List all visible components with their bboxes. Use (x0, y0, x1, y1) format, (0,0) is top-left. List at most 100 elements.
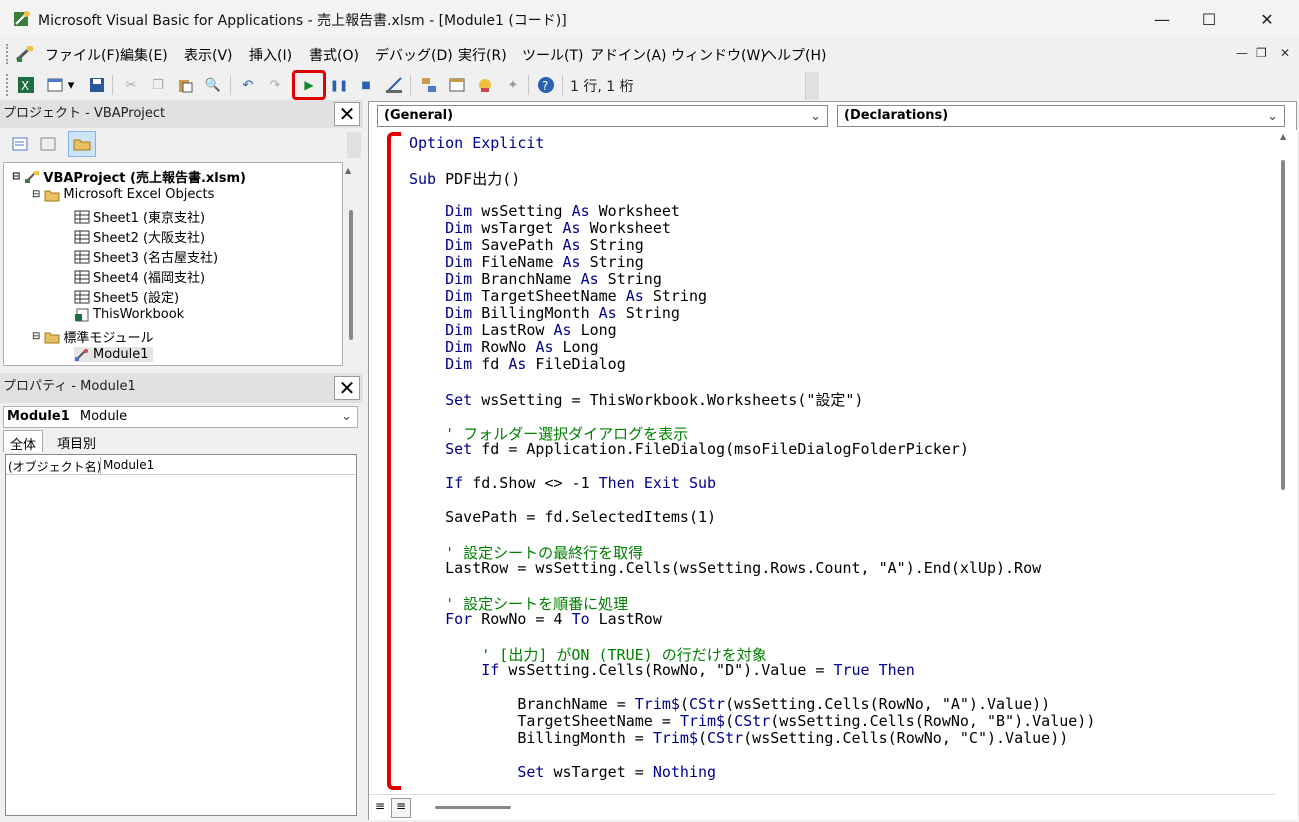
menu-addins[interactable]: アドイン(A) (590, 45, 667, 65)
minimize-button[interactable]: — (1139, 0, 1185, 38)
object-select[interactable]: Module1 Module ⌄ (3, 406, 358, 428)
code-scroll-thumb[interactable] (1281, 160, 1285, 490)
code-line[interactable]: Dim fd As FileDialog (409, 355, 626, 373)
menu-debug[interactable]: デバッグ(D) (375, 45, 453, 65)
mdi-minimize-button[interactable]: — (1236, 46, 1248, 60)
tab-category[interactable]: 項目別 (51, 430, 102, 452)
worksheet-icon (74, 230, 90, 243)
code-line[interactable]: BillingMonth = Trim$(CStr(wsSetting.Cell… (409, 729, 1068, 747)
property-value[interactable]: Module1 (103, 458, 154, 472)
tree-node-thisworkbook[interactable]: ThisWorkbook (74, 307, 184, 322)
properties-window-icon[interactable] (446, 74, 468, 96)
toolbox-icon[interactable]: ✦ (502, 74, 524, 96)
code-line[interactable]: Dim wsSetting As Worksheet (409, 202, 680, 220)
code-line[interactable]: Dim BillingMonth As String (409, 304, 680, 322)
tree-node-sheet1[interactable]: Sheet1 (東京支社) (74, 207, 205, 226)
undo-icon[interactable]: ↶ (237, 74, 259, 96)
project-explorer-icon[interactable] (418, 74, 440, 96)
horizontal-scroll-thumb[interactable] (435, 806, 511, 809)
toolbar-grip[interactable] (6, 74, 10, 96)
view-object-icon[interactable] (37, 133, 59, 155)
tree-node-sheet2[interactable]: Sheet2 (大阪支社) (74, 227, 205, 246)
chevron-down-icon: ⌄ (341, 409, 352, 424)
menu-tools[interactable]: ツール(T) (522, 45, 583, 65)
project-tree-scrollbar[interactable]: ▲ (343, 162, 361, 366)
menu-view[interactable]: 表示(V) (184, 45, 233, 65)
maximize-button[interactable]: ☐ (1186, 0, 1232, 38)
object-combo[interactable]: (General) ⌄ (377, 105, 828, 127)
code-line[interactable]: Set fd = Application.FileDialog(msoFileD… (409, 440, 969, 458)
code-line[interactable]: Dim RowNo As Long (409, 338, 599, 356)
tab-all[interactable]: 全体 (3, 430, 44, 453)
project-pane-close-button[interactable]: ✕ (334, 102, 360, 126)
code-line[interactable]: SavePath = fd.SelectedItems(1) (409, 508, 716, 526)
code-highlight-bracket (387, 132, 401, 790)
tree-node-sheet3[interactable]: Sheet3 (名古屋支社) (74, 247, 218, 266)
mdi-restore-button[interactable]: ❐ (1256, 46, 1267, 60)
close-window-button[interactable]: ✕ (1244, 0, 1290, 38)
design-mode-icon[interactable] (383, 74, 405, 96)
cut-icon[interactable]: ✂ (120, 74, 142, 96)
redo-icon[interactable]: ↷ (264, 74, 286, 96)
code-line[interactable]: Dim LastRow As Long (409, 321, 617, 339)
menu-run[interactable]: 実行(R) (458, 45, 507, 65)
tree-node-module1[interactable]: Module1 (74, 347, 153, 362)
code-line[interactable]: Dim TargetSheetName As String (409, 287, 707, 305)
code-line[interactable]: Dim wsTarget As Worksheet (409, 219, 671, 237)
menu-help[interactable]: ヘルプ(H) (763, 45, 826, 65)
insert-dropdown-icon[interactable]: ▾ (64, 74, 78, 96)
procedure-view-button[interactable]: ≡ (371, 799, 389, 817)
property-row[interactable]: (オブジェクト名) Module1 (6, 457, 356, 475)
code-line[interactable]: Dim FileName As String (409, 253, 644, 271)
folder-open-icon (44, 332, 60, 343)
vba-app-icon[interactable] (12, 9, 32, 29)
tree-node-vbaproject[interactable]: ⊟ VBAProject (売上報告書.xlsm) (12, 167, 246, 186)
view-code-icon[interactable] (9, 133, 31, 155)
code-line[interactable]: Sub PDF出力() (409, 168, 520, 189)
code-line[interactable]: If wsSetting.Cells(RowNo, "D").Value = T… (409, 661, 914, 679)
project-tree: ⊟ VBAProject (売上報告書.xlsm) ⊟ Microsoft Ex… (3, 162, 343, 366)
code-line[interactable]: If fd.Show <> -1 Then Exit Sub (409, 474, 716, 492)
tree-node-standard-modules[interactable]: ⊟ 標準モジュール (32, 327, 153, 346)
save-icon[interactable] (86, 74, 108, 96)
vbaproject-icon (25, 170, 40, 183)
code-line[interactable]: TargetSheetName = Trim$(CStr(wsSetting.C… (409, 712, 1095, 730)
code-line[interactable]: LastRow = wsSetting.Cells(wsSetting.Rows… (409, 559, 1041, 577)
tree-node-sheet4[interactable]: Sheet4 (福岡支社) (74, 267, 205, 286)
copy-icon[interactable]: ❐ (147, 74, 169, 96)
insert-module-icon[interactable] (44, 74, 66, 96)
properties-pane-close-button[interactable]: ✕ (334, 376, 360, 400)
title-bar: Microsoft Visual Basic for Applications … (0, 0, 1299, 38)
reset-icon[interactable]: ■ (355, 74, 377, 96)
tree-node-sheet5[interactable]: Sheet5 (設定) (74, 287, 179, 306)
object-browser-icon[interactable] (474, 74, 496, 96)
paste-icon[interactable] (174, 74, 196, 96)
code-line[interactable]: Option Explicit (409, 134, 544, 152)
view-excel-icon[interactable]: X (15, 74, 37, 96)
code-line[interactable]: Dim SavePath As String (409, 236, 644, 254)
toolbar-overflow-button[interactable] (805, 72, 819, 100)
menu-edit[interactable]: 編集(E) (120, 45, 168, 65)
code-scrollbar[interactable]: ▲ (1275, 130, 1297, 820)
toggle-folders-icon[interactable] (68, 131, 96, 157)
menu-insert[interactable]: 挿入(I) (249, 45, 292, 65)
vba-menu-icon[interactable] (14, 44, 36, 64)
code-line[interactable]: For RowNo = 4 To LastRow (409, 610, 662, 628)
code-line[interactable]: Set wsSetting = ThisWorkbook.Worksheets(… (409, 389, 863, 410)
menu-file[interactable]: ファイル(F) (45, 45, 120, 65)
tree-node-excel-objects[interactable]: ⊟ Microsoft Excel Objects (32, 187, 214, 202)
code-editor[interactable]: Option Explicit Sub PDF出力() Dim wsSetting… (377, 130, 1275, 790)
help-icon[interactable]: ? (535, 74, 557, 96)
project-toolbar-overflow[interactable] (347, 132, 361, 158)
menu-window[interactable]: ウィンドウ(W) (671, 45, 766, 65)
menu-format[interactable]: 書式(O) (309, 45, 359, 65)
mdi-close-button[interactable]: ✕ (1280, 46, 1290, 60)
menu-grip[interactable] (6, 44, 10, 64)
find-icon[interactable]: 🔍 (202, 74, 224, 96)
code-line[interactable]: Set wsTarget = Nothing (409, 763, 716, 781)
code-line[interactable]: BranchName = Trim$(CStr(wsSetting.Cells(… (409, 695, 1050, 713)
full-module-view-button[interactable]: ≡ (391, 798, 411, 818)
procedure-combo[interactable]: (Declarations) ⌄ (837, 105, 1285, 127)
code-line[interactable]: Dim BranchName As String (409, 270, 662, 288)
break-icon[interactable]: ❚❚ (328, 74, 350, 96)
